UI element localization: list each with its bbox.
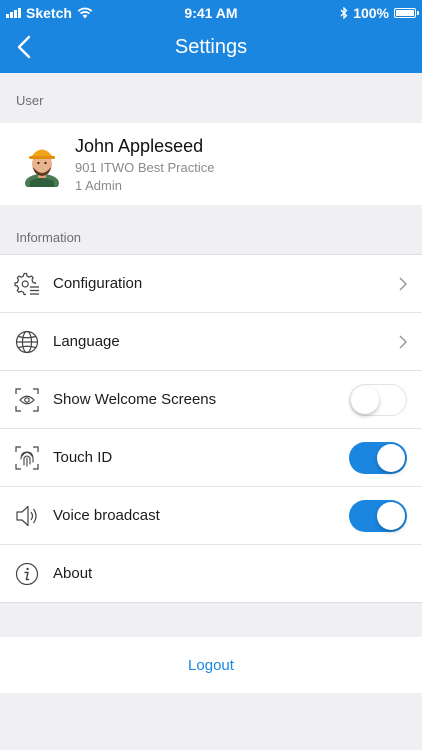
eye-scan-icon [15,387,39,412]
status-bar: Sketch 9:41 AM 100% [0,0,422,26]
settings-row-voice-broadcast[interactable]: Voice broadcast [0,487,422,545]
section-header-information: Information [16,230,82,245]
settings-row-touch-id[interactable]: Touch ID [0,429,422,487]
avatar [25,149,59,187]
battery-percent: 100% [353,5,389,21]
status-right: 100% [340,5,419,21]
settings-row-about[interactable]: About [0,545,422,602]
settings-row-label: Language [53,333,120,350]
settings-row-label: Touch ID [53,449,113,466]
settings-row-language[interactable]: Language [0,313,422,371]
globe-icon [15,330,39,353]
info-icon [15,562,39,585]
voice-broadcast-toggle[interactable] [349,499,407,532]
section-header-user: User [16,93,44,108]
settings-row-label: About [53,565,93,582]
settings-list: Configuration Language Show Welcome Scre… [0,254,422,603]
fingerprint-icon [15,445,39,470]
page-title: Settings [174,36,248,58]
settings-row-configuration[interactable]: Configuration [0,255,422,313]
logout-panel: Logout [0,637,422,693]
bluetooth-icon [340,7,348,19]
user-role: 1 Admin [75,178,122,193]
navigation-bar: Sketch 9:41 AM 100% Settings [0,0,422,73]
chevron-right-icon [399,334,408,349]
welcome-screens-toggle[interactable] [349,383,407,416]
speaker-icon [16,505,37,526]
user-name: John Appleseed [75,136,204,156]
user-organization: 901 ITWO Best Practice [75,160,215,175]
settings-row-show-welcome-screens[interactable]: Show Welcome Screens [0,371,422,429]
gear-list-icon [14,272,39,295]
user-profile-card[interactable]: John Appleseed 901 ITWO Best Practice 1 … [0,123,422,205]
settings-row-label: Show Welcome Screens [53,391,217,408]
logout-button[interactable]: Logout [188,657,234,674]
settings-row-label: Voice broadcast [53,507,160,524]
settings-row-label: Configuration [53,275,143,292]
touch-id-toggle[interactable] [349,441,407,474]
chevron-right-icon [399,276,408,291]
battery-icon [394,8,419,18]
